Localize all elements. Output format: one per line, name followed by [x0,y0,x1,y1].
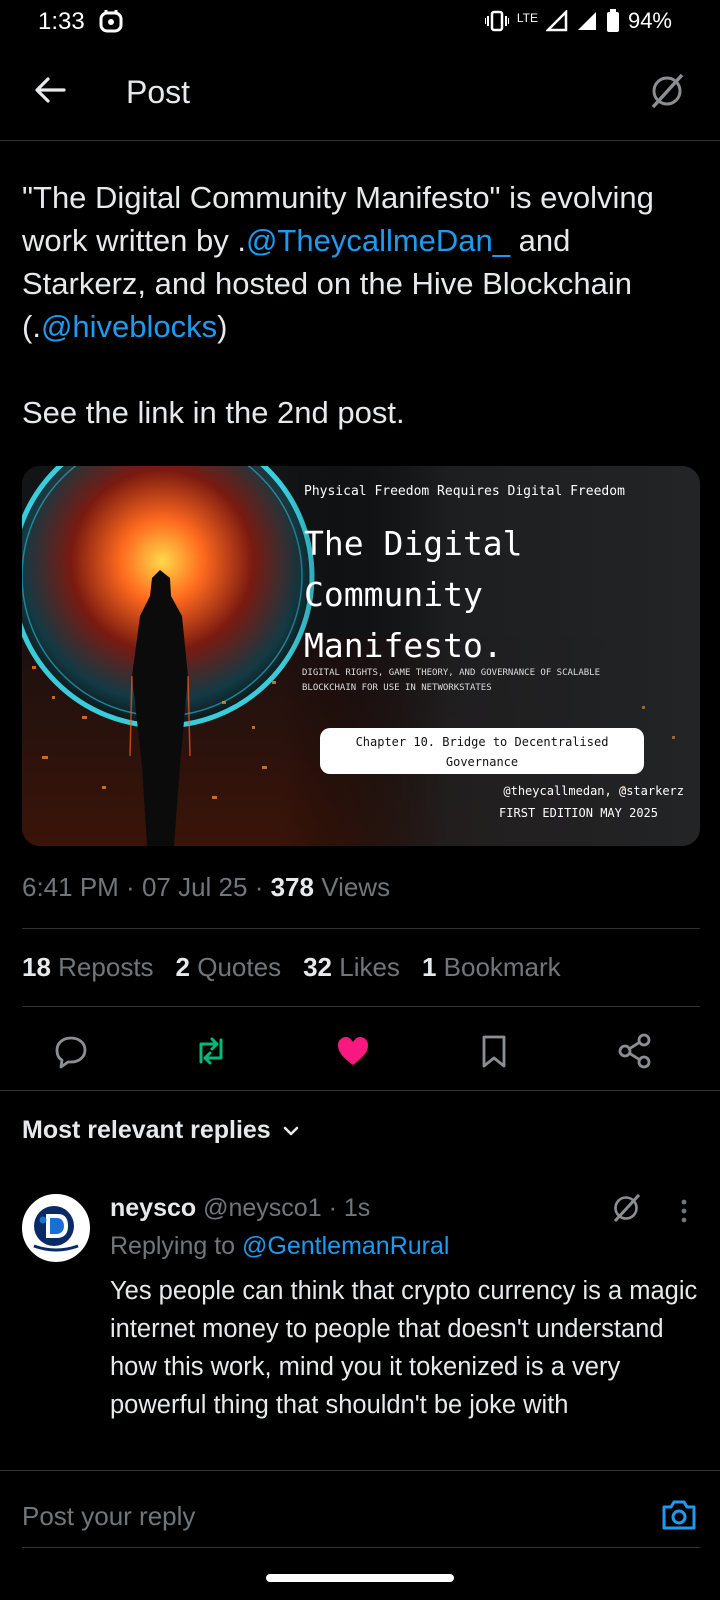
battery-icon [606,9,619,32]
quotes-label: Quotes [197,952,282,982]
post-stats: 18 Reposts 2 Quotes 32 Likes 1 Bookmark [22,952,561,983]
page-title: Post [126,74,191,110]
image-authors: @theycallmedan, @starkerz [503,784,684,798]
reply-composer: Post your reply [0,1470,720,1551]
reply-author-handle[interactable]: @neysco1 [203,1194,322,1222]
mention-link[interactable]: @hiveblocks [41,309,217,344]
reposts-label: Reposts [58,952,154,982]
likes-count: 32 [303,952,332,982]
divider [22,1547,700,1548]
views-count: 378 [270,872,314,902]
bookmark-icon[interactable] [475,1032,513,1070]
action-bar [0,1020,720,1084]
more-options-icon[interactable] [672,1196,696,1226]
post-date: 07 Jul 25 [141,872,248,902]
back-arrow-icon[interactable] [30,70,70,110]
signal-icon-2 [577,12,596,30]
camera-icon[interactable] [660,1497,698,1533]
image-subtitle-line: BLOCKCHAIN FOR USE IN NETWORKSTATES [302,683,492,693]
chevron-down-icon [283,1126,299,1135]
bookmarks-count: 1 [421,952,437,982]
reply-input[interactable]: Post your reply [22,1501,195,1532]
battery-percent: 94% [627,8,672,33]
post-image[interactable]: Physical Freedom Requires Digital Freedo… [22,466,700,846]
replies-sort-label: Most relevant replies [22,1116,271,1144]
image-edition: FIRST EDITION MAY 2025 [499,806,658,820]
repost-icon[interactable] [192,1032,230,1070]
image-subtitle: DIGITAL RIGHTS, GAME THEORY, AND GOVERNA… [302,666,682,696]
status-time: 1:33 [38,8,85,35]
bookmarks-stat[interactable]: 1 Bookmark [422,952,561,983]
image-chapter-label: Chapter 10. Bridge to Decentralised Gove… [320,728,644,774]
image-chapter-line: Chapter 10. Bridge to Decentralised [355,735,609,749]
avatar[interactable] [22,1194,90,1262]
grok-icon[interactable] [648,72,686,110]
divider [0,1090,720,1091]
home-indicator[interactable] [266,1574,454,1582]
likes-stat[interactable]: 32 Likes [303,952,400,983]
post-time: 6:41 PM [22,872,119,902]
reply-author-name[interactable]: neysco [110,1194,196,1222]
post-meta: 6:41 PM · 07 Jul 25 · 378 Views [22,872,391,902]
views-label: Views [321,872,391,902]
likes-label: Likes [339,952,400,982]
image-title-line: Community [304,575,483,614]
quotes-count: 2 [175,952,191,982]
grok-icon[interactable] [610,1192,642,1224]
vibrate-icon [484,10,509,32]
replying-to-label: Replying to [110,1232,243,1260]
share-icon[interactable] [616,1032,654,1070]
image-tagline: Physical Freedom Requires Digital Freedo… [304,484,625,499]
post-text: "The Digital Community Manifesto" is evo… [22,176,702,434]
replying-to: Replying to @GentlemanRural [110,1232,449,1261]
image-title: The Digital Community Manifesto. [304,518,684,671]
image-title-line: The Digital [304,524,523,563]
reply-header: neysco @neysco1 · 1s [110,1194,371,1222]
like-heart-icon[interactable] [334,1032,372,1070]
status-bar: 1:33 LTE 94% [0,0,720,44]
image-title-line: Manifesto. [304,626,503,665]
status-icons: LTE 94% [484,8,672,34]
avatar-logo-icon [24,1196,88,1260]
bookmarks-label: Bookmark [443,952,561,982]
network-label: LTE [516,11,538,25]
top-bar: Post [0,44,720,141]
signal-icon [545,10,568,32]
divider [22,928,700,929]
divider [22,1006,700,1007]
reply-time: 1s [343,1194,371,1222]
reply-text: Yes people can think that crypto currenc… [110,1277,698,1419]
reposts-stat[interactable]: 18 Reposts [22,952,154,983]
replies-sort-toggle[interactable]: Most relevant replies [22,1116,301,1145]
mention-link[interactable]: @TheycallmeDan_ [246,223,510,258]
image-subtitle-line: DIGITAL RIGHTS, GAME THEORY, AND GOVERNA… [302,668,601,678]
image-chapter-line: Governance [445,755,519,769]
quotes-stat[interactable]: 2 Quotes [176,952,282,983]
replying-to-mention[interactable]: @GentlemanRural [242,1232,449,1260]
reposts-count: 18 [22,952,51,982]
app-notification-icon [99,10,123,33]
reply-icon[interactable] [52,1032,90,1070]
